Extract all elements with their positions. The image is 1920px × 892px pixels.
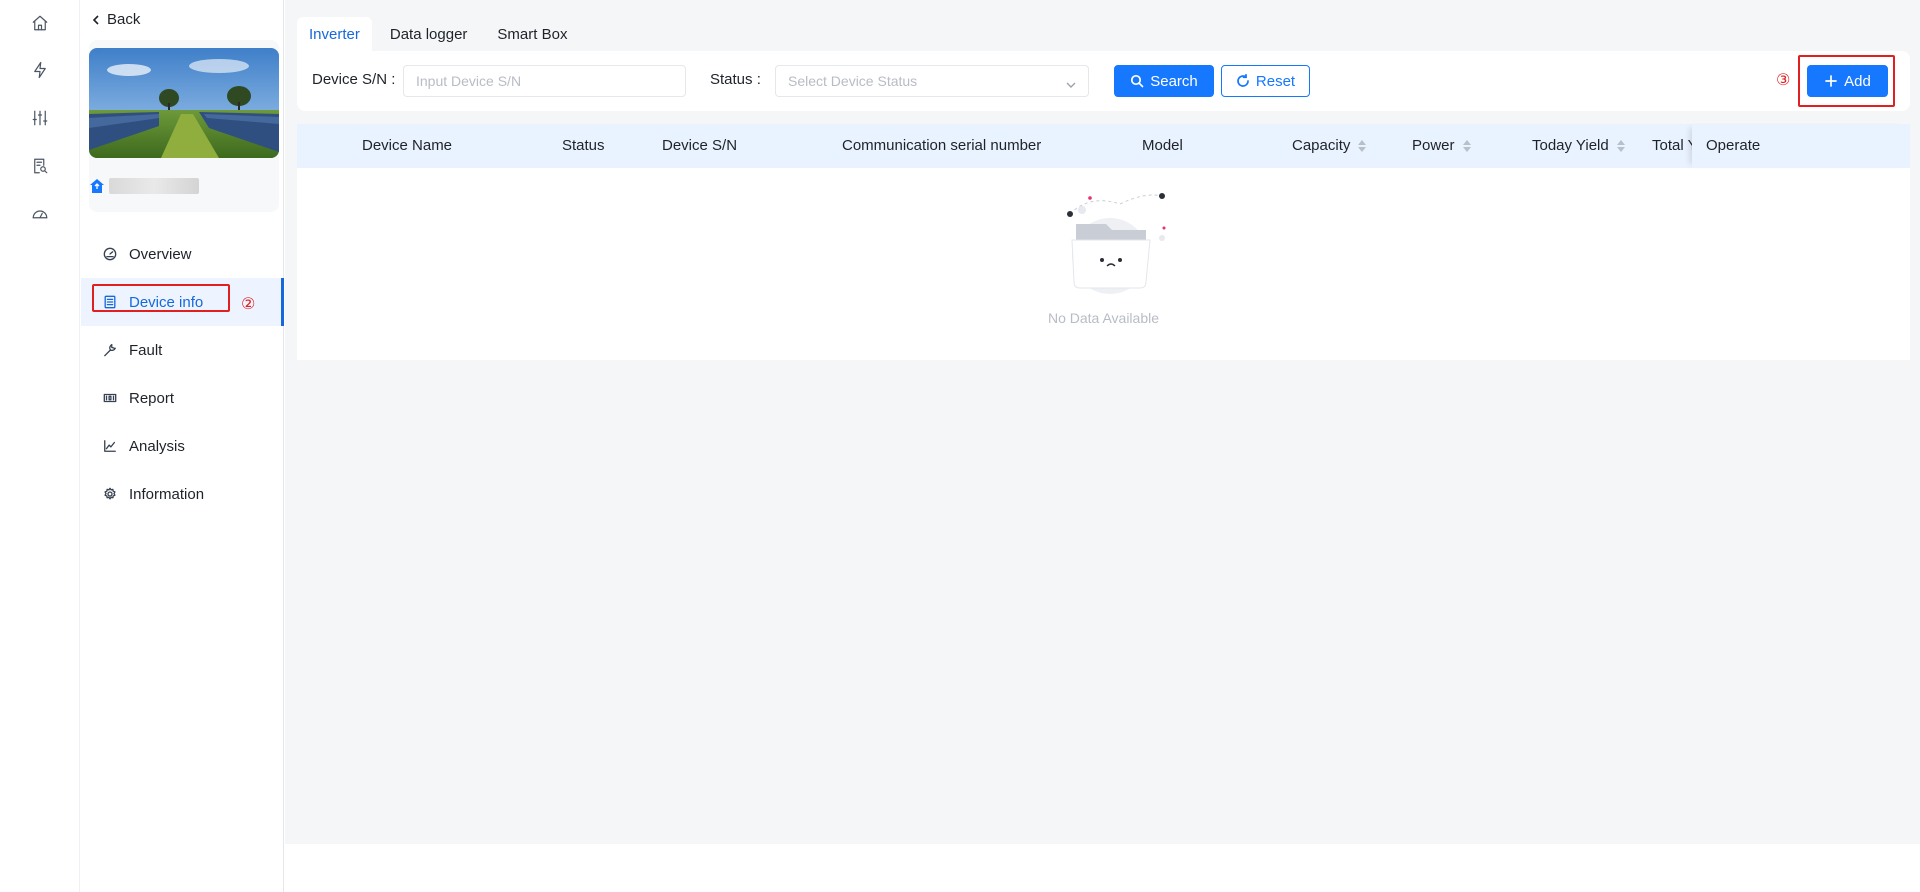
column-header-device-sn[interactable]: Device S/N — [662, 137, 737, 154]
add-device-button[interactable]: Add — [1807, 65, 1888, 97]
plant-name-redacted — [109, 178, 199, 194]
filter-bar: Device S/N : Status : Select Device Stat… — [297, 51, 1910, 111]
status-select[interactable]: Select Device Status — [775, 65, 1089, 97]
sidebar-item-label: Overview — [129, 245, 192, 263]
column-label: Model — [1142, 137, 1183, 154]
home-icon[interactable] — [28, 11, 52, 35]
plant-card — [89, 40, 279, 212]
operate-column-fixed: Operate — [1692, 124, 1910, 168]
report-icon — [103, 393, 117, 403]
wrench-icon — [104, 344, 116, 357]
tab-inverter[interactable]: Inverter — [297, 17, 372, 51]
lightning-icon[interactable] — [28, 58, 52, 82]
sidebar-item-label: Report — [129, 389, 175, 407]
device-sn-field[interactable] — [403, 65, 686, 97]
line-chart-icon — [104, 440, 116, 452]
sort-icon[interactable] — [1616, 139, 1625, 152]
status-label: Status : — [710, 71, 761, 88]
tab-smart-box[interactable]: Smart Box — [485, 17, 579, 51]
search-button[interactable]: Search — [1114, 65, 1214, 97]
tab-data-logger[interactable]: Data logger — [378, 17, 480, 51]
column-header-today-yield[interactable]: Today Yield — [1532, 137, 1625, 154]
chevron-left-icon — [92, 14, 99, 25]
refresh-icon — [1237, 74, 1249, 87]
column-header-device-name[interactable]: Device Name — [362, 137, 452, 154]
back-link[interactable]: Back — [91, 11, 140, 28]
sidebar-item-device-info[interactable]: Device info — [81, 278, 284, 326]
plus-icon — [1825, 75, 1837, 87]
page-footer-area — [285, 844, 1920, 892]
add-button-label: Add — [1844, 72, 1871, 90]
search-icon — [1131, 74, 1144, 88]
column-header-comm-serial[interactable]: Communication serial number — [842, 137, 1041, 154]
sidebar-nav: Overview Device info Fault Report Analys… — [81, 230, 284, 518]
column-header-capacity[interactable]: Capacity — [1292, 137, 1367, 154]
reset-button[interactable]: Reset — [1221, 65, 1310, 97]
sidebar-item-analysis[interactable]: Analysis — [81, 422, 284, 470]
annotation-step-3: ③ — [1776, 72, 1791, 89]
sidebar-item-label: Information — [129, 485, 205, 503]
gear-icon — [104, 487, 116, 500]
gauge-icon — [103, 247, 117, 261]
column-label: Operate — [1706, 137, 1761, 154]
column-label: Total Y — [1652, 137, 1698, 154]
search-button-label: Search — [1150, 72, 1198, 90]
sidebar-item-fault[interactable]: Fault — [81, 326, 284, 374]
sidebar-item-label: Device info — [129, 293, 204, 311]
plant-photo — [89, 48, 279, 158]
gauge-icon[interactable] — [28, 202, 52, 226]
column-header-operate: Operate — [1706, 137, 1760, 154]
report-search-icon[interactable] — [28, 154, 52, 178]
column-label: Communication serial number — [842, 137, 1042, 154]
plant-name — [89, 178, 199, 194]
sort-icon[interactable] — [1462, 139, 1471, 152]
back-label: Back — [107, 11, 141, 28]
empty-folder-illustration — [1050, 184, 1170, 299]
device-sn-input[interactable] — [416, 66, 685, 96]
sliders-icon[interactable] — [28, 106, 52, 130]
reset-button-label: Reset — [1255, 72, 1296, 90]
column-header-total-yield[interactable]: Total Y — [1652, 137, 1698, 154]
sidebar-item-label: Analysis — [129, 437, 185, 455]
column-header-power[interactable]: Power — [1412, 137, 1471, 154]
column-label: Capacity — [1292, 137, 1351, 154]
table-empty-state: No Data Available — [297, 168, 1910, 360]
sidebar-item-information[interactable]: Information — [81, 470, 284, 518]
column-header-model[interactable]: Model — [1142, 137, 1183, 154]
column-label: Device S/N — [662, 137, 738, 154]
app-rail — [0, 0, 80, 892]
device-type-tabs: Inverter Data logger Smart Box — [297, 17, 579, 51]
column-label: Power — [1412, 137, 1455, 154]
plant-home-icon — [89, 178, 105, 194]
column-header-status[interactable]: Status — [562, 137, 605, 154]
empty-state-text: No Data Available — [1047, 310, 1160, 326]
sidebar-item-report[interactable]: Report — [81, 374, 284, 422]
sidebar-item-label: Fault — [129, 341, 163, 359]
main-content: Inverter Data logger Smart Box Device S/… — [285, 0, 1920, 844]
column-label: Status — [562, 137, 605, 154]
status-select-placeholder: Select Device Status — [788, 73, 918, 89]
sort-icon[interactable] — [1358, 139, 1367, 152]
column-label: Today Yield — [1532, 137, 1609, 154]
sidebar-item-overview[interactable]: Overview — [81, 230, 284, 278]
table-header: Device Name Status Device S/N Communicat… — [297, 124, 1910, 168]
device-sn-label: Device S/N : — [312, 71, 396, 88]
column-label: Device Name — [362, 137, 453, 154]
plant-sidebar: Back Overview Device info Fault Report A… — [81, 0, 284, 892]
list-icon — [104, 295, 116, 309]
device-table: Device Name Status Device S/N Communicat… — [297, 124, 1910, 360]
chevron-down-icon — [1066, 77, 1076, 88]
